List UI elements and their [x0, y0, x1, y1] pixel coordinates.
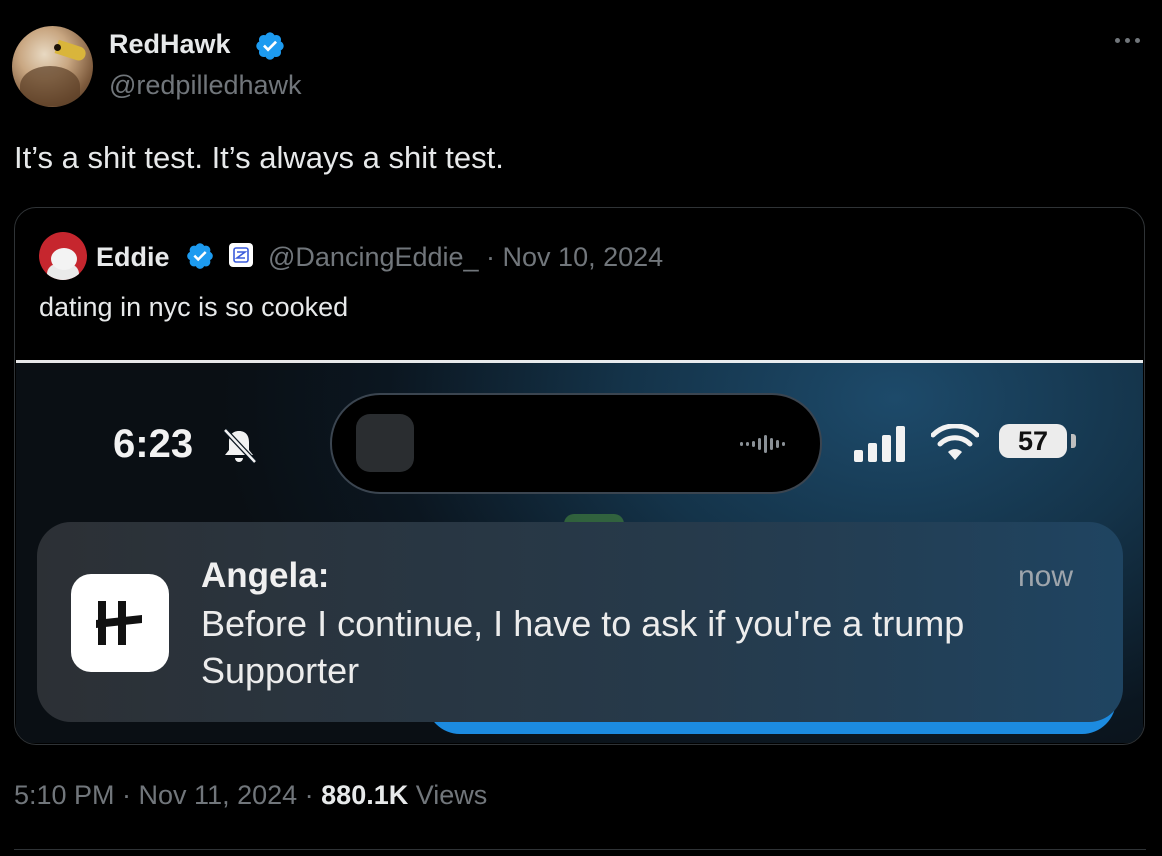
- affiliation-badge-icon[interactable]: [229, 243, 253, 267]
- quoted-verified-badge-icon: [187, 243, 213, 269]
- phone-status-time: 6:23: [113, 422, 194, 466]
- tweet-timestamp[interactable]: 5:10 PM · Nov 11, 2024 ·: [14, 780, 321, 810]
- quoted-author-display-name[interactable]: Eddie: [96, 242, 170, 273]
- notification-message: Before I continue, I have to ask if you'…: [201, 603, 965, 691]
- bell-muted-icon: [223, 428, 257, 464]
- wifi-icon: [931, 424, 979, 460]
- notification-sender: Angela:: [201, 556, 330, 595]
- views-count: 880.1K: [321, 780, 409, 810]
- tweet-meta: 5:10 PM · Nov 11, 2024 · 880.1K Views: [14, 780, 487, 811]
- dynamic-island: [330, 393, 822, 494]
- verified-badge-icon: [256, 32, 284, 60]
- author-avatar[interactable]: [12, 26, 93, 107]
- more-options-icon[interactable]: [1110, 30, 1144, 50]
- quoted-handle-date[interactable]: @DancingEddie_ · Nov 10, 2024: [268, 242, 663, 273]
- tweet-text: It’s a shit test. It’s always a shit tes…: [14, 140, 504, 175]
- message-notification[interactable]: Angela: now Before I continue, I have to…: [37, 522, 1123, 722]
- cellular-signal-icon: [854, 426, 905, 462]
- battery-icon: [1071, 434, 1076, 448]
- author-handle[interactable]: @redpilledhawk: [109, 70, 302, 101]
- divider: [14, 849, 1146, 850]
- quoted-author-avatar[interactable]: [39, 232, 87, 280]
- tweet: RedHawk @redpilledhawk It’s a shit test.…: [0, 0, 1162, 856]
- audio-wave-icon: [740, 435, 785, 453]
- quoted-tweet[interactable]: Eddie @DancingEddie_ · Nov 10, 2024 dati…: [14, 207, 1145, 745]
- battery-level: 57: [999, 424, 1067, 458]
- author-display-name[interactable]: RedHawk: [109, 29, 231, 60]
- hinge-app-icon: [71, 574, 169, 672]
- notification-time: now: [1018, 560, 1074, 593]
- views-label: Views: [408, 780, 488, 810]
- quoted-media-screenshot[interactable]: 6:23 57 Angela: now Before I continue, I…: [16, 360, 1143, 743]
- quoted-tweet-text: dating in nyc is so cooked: [39, 292, 349, 322]
